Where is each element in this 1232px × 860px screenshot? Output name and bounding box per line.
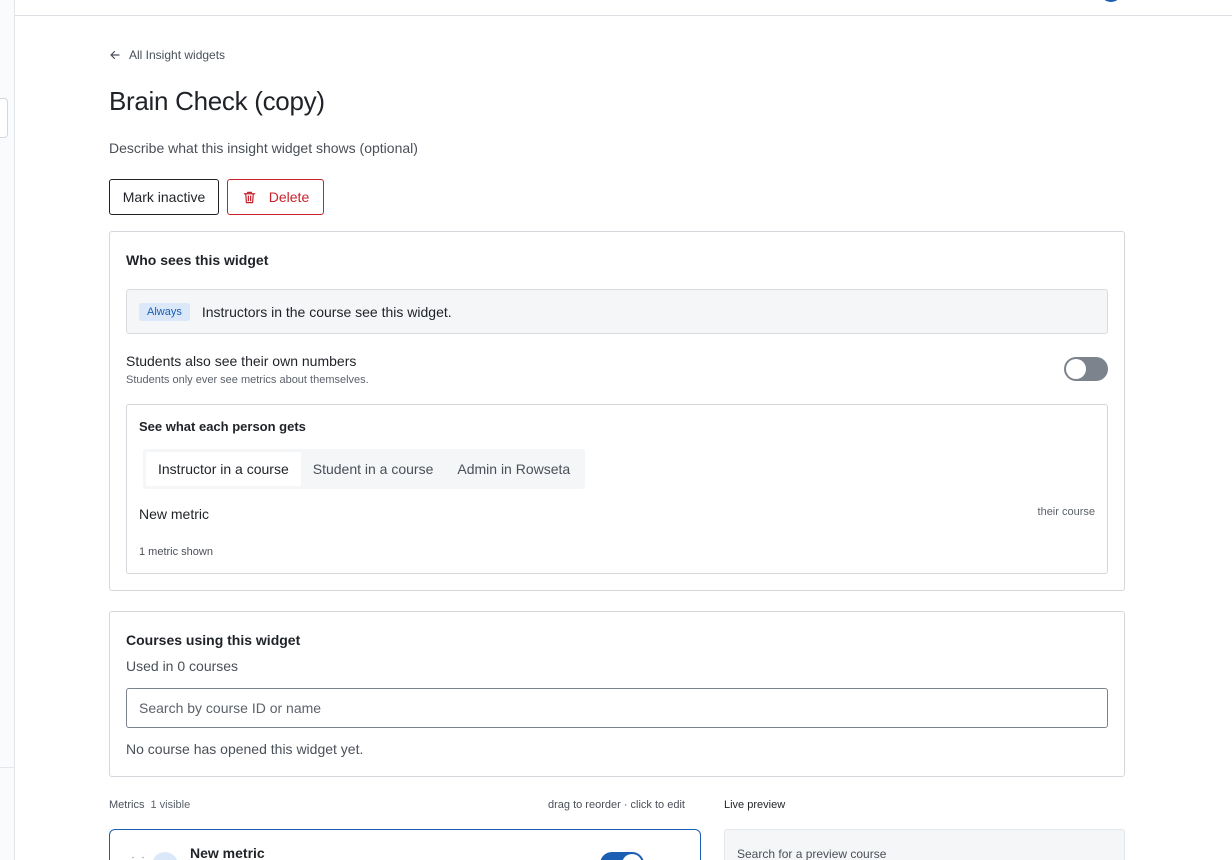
students-see-toggle[interactable] <box>1064 357 1108 381</box>
toggle-knob <box>1066 359 1086 379</box>
metric-scope: their course <box>1037 506 1095 518</box>
description-field[interactable]: Describe what this insight widget shows … <box>109 140 418 156</box>
metric-item[interactable]: ⋮⋮ New metric <box>109 829 701 860</box>
students-see-label: Students also see their own numbers <box>126 353 357 369</box>
metrics-hint: drag to reorder · click to edit <box>548 799 685 811</box>
tab-student[interactable]: Student in a course <box>301 452 446 486</box>
page-title[interactable]: Brain Check (copy) <box>109 86 325 117</box>
courses-used-count: Used in 0 courses <box>126 658 239 674</box>
metrics-visible-count: 1 visible <box>150 799 191 811</box>
always-badge: Always <box>139 302 190 321</box>
metrics-label: Metrics <box>109 799 145 811</box>
avatar[interactable] <box>1100 0 1122 2</box>
rail-collapse-tab[interactable] <box>0 98 8 138</box>
trash-icon <box>243 191 256 203</box>
who-sees-title: Who sees this widget <box>126 252 269 268</box>
live-preview-panel: Search for a preview course <box>724 829 1125 860</box>
metric-count: 1 metric shown <box>139 546 213 558</box>
back-link[interactable]: All Insight widgets <box>109 48 225 62</box>
course-search-input[interactable] <box>126 688 1108 728</box>
tab-instructor[interactable]: Instructor in a course <box>146 452 301 486</box>
metric-enabled-toggle[interactable] <box>600 852 644 860</box>
live-preview-label: Live preview <box>724 799 786 811</box>
per-person-card: See what each person gets Instructor in … <box>126 404 1108 574</box>
who-sees-card: Who sees this widget Always Instructors … <box>109 231 1125 591</box>
top-bar <box>15 0 1232 16</box>
courses-title: Courses using this widget <box>126 632 301 648</box>
metric-icon <box>152 852 178 860</box>
toggle-knob <box>622 854 642 860</box>
tab-admin[interactable]: Admin in Rowseta <box>445 452 582 486</box>
arrow-left-icon <box>110 50 120 60</box>
delete-label: Delete <box>268 189 310 205</box>
role-tabs: Instructor in a course Student in a cour… <box>143 449 586 489</box>
mark-inactive-label: Mark inactive <box>122 189 206 205</box>
per-person-title: See what each person gets <box>139 419 306 434</box>
delete-button[interactable]: Delete <box>227 179 324 215</box>
students-see-subtext: Students only ever see metrics about the… <box>126 374 369 386</box>
courses-empty-text: No course has opened this widget yet. <box>126 741 364 757</box>
mark-inactive-button[interactable]: Mark inactive <box>109 179 219 215</box>
metrics-header: Metrics 1 visible <box>109 799 190 811</box>
drag-handle-icon[interactable]: ⋮⋮ <box>128 856 148 860</box>
rail-divider <box>0 767 15 768</box>
preview-course-search[interactable]: Search for a preview course <box>737 847 886 860</box>
courses-card: Courses using this widget Used in 0 cour… <box>109 611 1125 777</box>
left-rail <box>0 0 15 860</box>
metric-item-name: New metric <box>190 845 265 860</box>
metric-name: New metric <box>139 506 210 522</box>
always-notice: Always Instructors in the course see thi… <box>126 289 1108 334</box>
always-text: Instructors in the course see this widge… <box>201 303 452 320</box>
back-link-label: All Insight widgets <box>129 48 226 62</box>
